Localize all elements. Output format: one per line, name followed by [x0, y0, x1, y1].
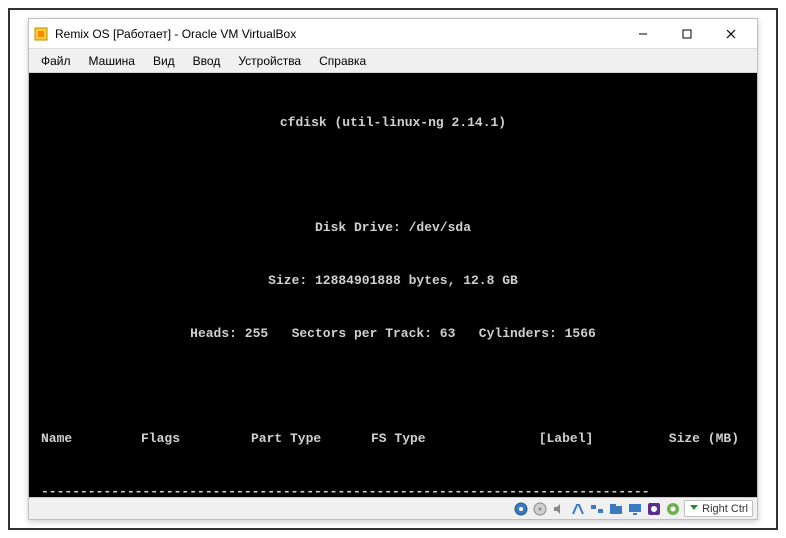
menu-file[interactable]: Файл — [33, 52, 79, 70]
partition-header: Name Flags Part Type FS Type [Label] Siz… — [29, 430, 757, 448]
statusbar: Right Ctrl — [29, 497, 757, 519]
window-controls — [621, 20, 753, 48]
disk-geometry: Heads: 255 Sectors per Track: 63 Cylinde… — [29, 325, 757, 343]
vm-window: Remix OS [Работает] - Oracle VM VirtualB… — [28, 18, 758, 520]
terminal-screen[interactable]: cfdisk (util-linux-ng 2.14.1) Disk Drive… — [29, 73, 757, 497]
menubar: Файл Машина Вид Ввод Устройства Справка — [29, 49, 757, 73]
shared-folders-icon[interactable] — [608, 501, 624, 517]
menu-devices[interactable]: Устройства — [230, 52, 309, 70]
titlebar[interactable]: Remix OS [Работает] - Oracle VM VirtualB… — [29, 19, 757, 49]
app-icon — [33, 26, 49, 42]
hard-disk-icon[interactable] — [513, 501, 529, 517]
host-key-indicator[interactable]: Right Ctrl — [684, 500, 753, 517]
menu-help[interactable]: Справка — [311, 52, 374, 70]
window-title: Remix OS [Работает] - Oracle VM VirtualB… — [55, 27, 296, 41]
menu-machine[interactable]: Машина — [81, 52, 143, 70]
col-label: [Label] — [491, 430, 641, 448]
recording-icon[interactable] — [646, 501, 662, 517]
col-name: Name — [41, 430, 141, 448]
cfdisk-title: cfdisk (util-linux-ng 2.14.1) — [29, 114, 757, 132]
outer-border: Remix OS [Работает] - Oracle VM VirtualB… — [8, 8, 778, 530]
col-flags: Flags — [141, 430, 251, 448]
optical-drive-icon[interactable] — [532, 501, 548, 517]
usb-icon[interactable] — [570, 501, 586, 517]
close-button[interactable] — [709, 20, 753, 48]
disk-size: Size: 12884901888 bytes, 12.8 GB — [29, 272, 757, 290]
disk-drive: Disk Drive: /dev/sda — [29, 219, 757, 237]
menu-input[interactable]: Ввод — [185, 52, 229, 70]
col-fstype: FS Type — [371, 430, 491, 448]
minimize-button[interactable] — [621, 20, 665, 48]
network-icon[interactable] — [589, 501, 605, 517]
menu-view[interactable]: Вид — [145, 52, 183, 70]
header-rule: ----------------------------------------… — [29, 483, 757, 497]
arrow-down-icon — [689, 502, 699, 515]
col-parttype: Part Type — [251, 430, 371, 448]
display-icon[interactable] — [627, 501, 643, 517]
col-size: Size (MB) — [641, 430, 745, 448]
audio-icon[interactable] — [551, 501, 567, 517]
host-key-label: Right Ctrl — [702, 503, 748, 515]
maximize-button[interactable] — [665, 20, 709, 48]
guest-additions-icon[interactable] — [665, 501, 681, 517]
